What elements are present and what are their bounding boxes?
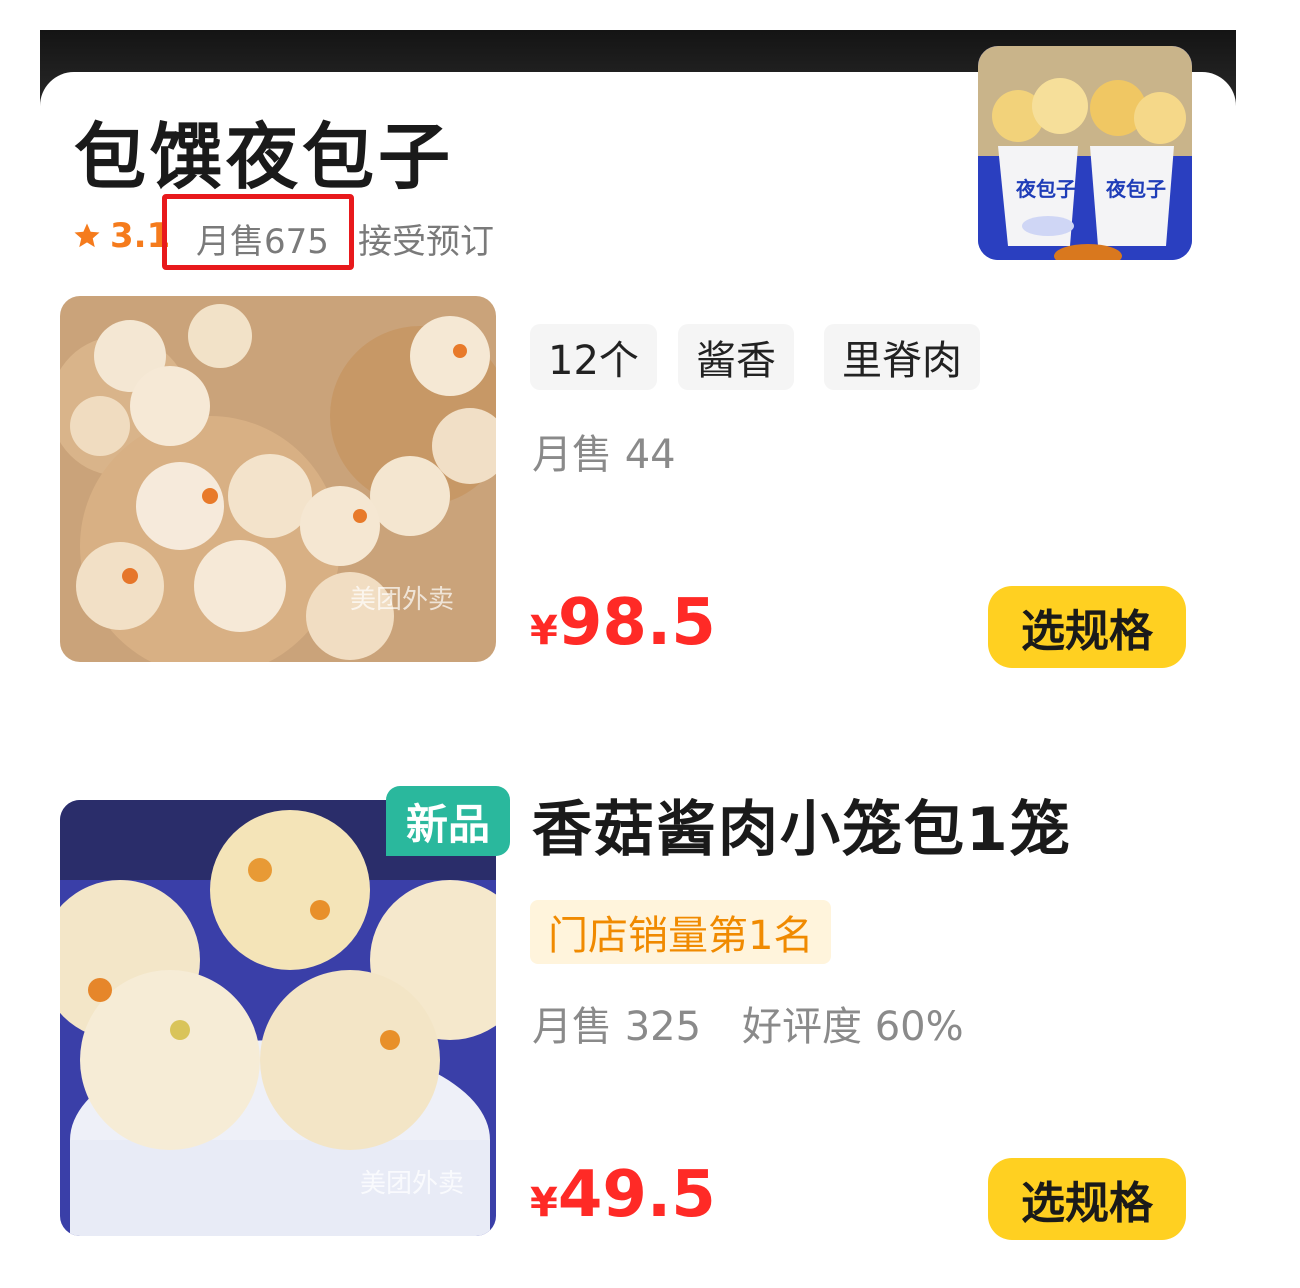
tag-flavor: 酱香 [678, 324, 794, 390]
item-2-rating: 好评度 60% [742, 1004, 964, 1050]
item-2-price: ¥49.5 [530, 1158, 716, 1232]
tag-meat: 里脊肉 [824, 324, 980, 390]
item-1-price: ¥98.5 [530, 586, 716, 660]
item-2-sales: 月售 325 [532, 1004, 702, 1050]
new-item-badge: 新品 [386, 786, 510, 856]
store-rank-badge: 门店销量第1名 [530, 900, 832, 964]
store-thumbnail[interactable]: 夜包子 夜包子 [978, 46, 1192, 260]
baozi-photo-2: 美团外卖 [60, 800, 496, 1236]
item-2-title[interactable]: 香菇酱肉小笼包1笼 [532, 790, 1072, 870]
item-2-image[interactable]: 美团外卖 [60, 800, 496, 1236]
store-thumbnail-image: 夜包子 夜包子 [978, 46, 1192, 260]
price-value-2: 49.5 [557, 1158, 716, 1232]
select-spec-button-2[interactable]: 选规格 [988, 1158, 1186, 1240]
thumb-logo-text-2: 夜包子 [1105, 177, 1166, 201]
tag-count: 12个 [530, 324, 657, 390]
watermark-text: 美团外卖 [350, 585, 454, 615]
price-value: 98.5 [557, 586, 716, 660]
currency-symbol: ¥ [530, 608, 558, 654]
thumb-logo-text: 夜包子 [1015, 177, 1076, 201]
item-1-image[interactable]: 美团外卖 [60, 296, 496, 662]
watermark-text-2: 美团外卖 [360, 1169, 464, 1199]
baozi-photo: 美团外卖 [60, 296, 496, 662]
store-monthly-sales: 月售675 [196, 222, 329, 262]
accept-preorder-label: 接受预订 [358, 222, 494, 262]
star-icon [74, 223, 100, 248]
currency-symbol-2: ¥ [530, 1180, 558, 1226]
store-title: 包馔夜包子 [74, 115, 455, 199]
item-1-sales: 月售 44 [532, 432, 676, 478]
select-spec-button[interactable]: 选规格 [988, 586, 1186, 668]
